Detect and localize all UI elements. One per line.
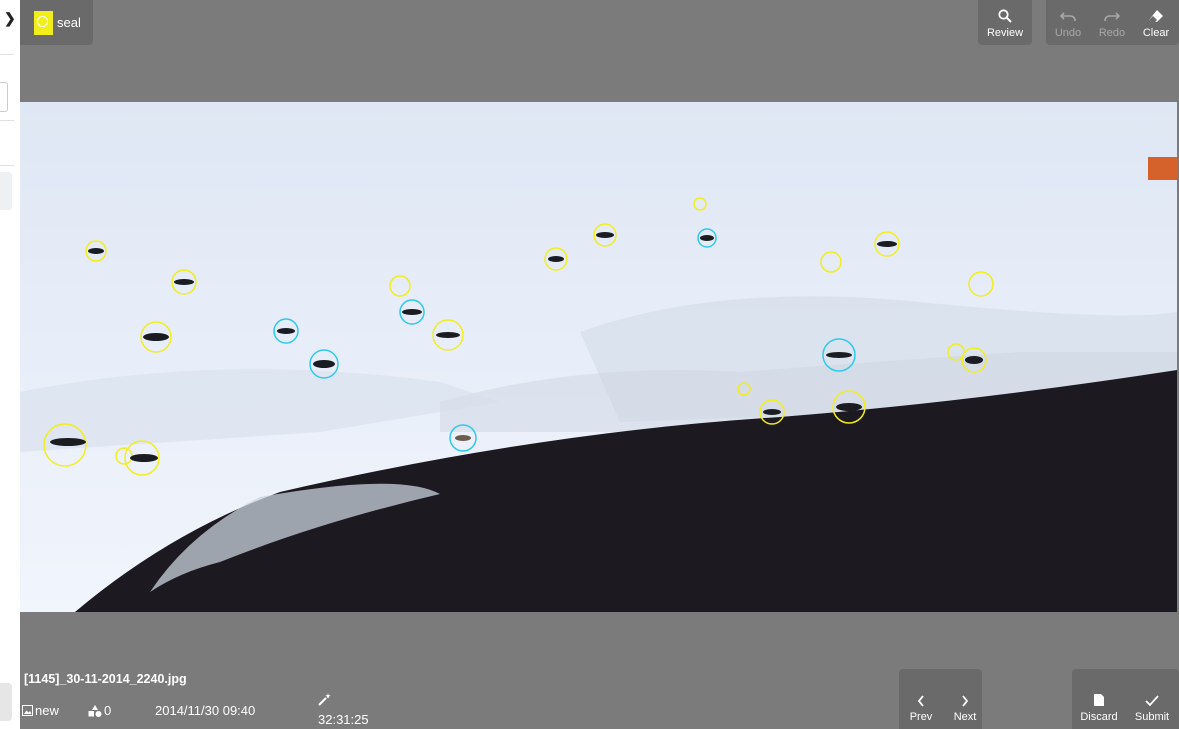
discard-label: Discard <box>1080 711 1118 723</box>
submit-label: Submit <box>1134 711 1170 723</box>
seal-shape <box>877 241 897 247</box>
seal-shape <box>455 435 471 441</box>
next-label: Next <box>953 711 977 723</box>
discard-button[interactable]: Discard <box>1072 669 1126 729</box>
seal-shape <box>313 360 335 368</box>
undo-icon <box>1060 12 1076 22</box>
redo-icon <box>1104 12 1120 22</box>
seal-shape <box>174 279 194 285</box>
shapes-icon <box>88 704 102 717</box>
review-group: Review <box>978 0 1032 45</box>
side-input[interactable] <box>0 82 8 112</box>
image-status: new <box>22 703 59 718</box>
seal-shape <box>402 309 422 315</box>
redo-label: Redo <box>1098 27 1126 39</box>
seal-shape <box>50 438 86 446</box>
seal-shape <box>548 256 564 262</box>
side-panel: ❯ <box>0 0 20 729</box>
prev-button[interactable]: Prev <box>899 669 943 729</box>
seal-shape <box>700 235 714 241</box>
side-button[interactable] <box>0 683 12 721</box>
status-text: new <box>35 703 59 718</box>
side-item[interactable] <box>0 172 12 210</box>
annotation-image[interactable] <box>20 102 1177 612</box>
seal-shape <box>88 248 104 254</box>
seal-shape <box>130 454 158 462</box>
seal-shape <box>826 352 852 358</box>
seal-shape <box>836 403 862 411</box>
image-icon <box>22 705 33 716</box>
label-selector[interactable]: seal <box>20 0 93 45</box>
undo-button[interactable]: Undo <box>1046 0 1090 45</box>
review-label: Review <box>986 27 1024 39</box>
chevron-right-icon <box>962 695 969 707</box>
divider <box>0 54 14 55</box>
clear-button[interactable]: Clear <box>1134 0 1178 45</box>
seal-shape <box>277 328 295 334</box>
label-name: seal <box>57 15 81 30</box>
image-filename: [1145]_30-11-2014_2240.jpg <box>24 672 187 686</box>
seal-shape <box>965 356 983 364</box>
chevron-right-icon[interactable]: ❯ <box>4 10 16 27</box>
divider <box>0 120 14 121</box>
clear-label: Clear <box>1142 27 1170 39</box>
seal-shape <box>763 409 781 415</box>
elapsed-time: 32:31:25 <box>318 712 369 727</box>
search-icon <box>998 9 1012 23</box>
file-icon <box>1094 694 1104 706</box>
submit-button[interactable]: Submit <box>1126 669 1178 729</box>
image-canvas[interactable] <box>20 102 1177 612</box>
seal-shape <box>143 333 169 341</box>
research-hut <box>1148 157 1177 180</box>
check-icon <box>1145 695 1159 707</box>
undo-label: Undo <box>1054 27 1082 39</box>
count-text: 0 <box>104 703 112 718</box>
decision-group: Discard Submit <box>1072 669 1179 729</box>
review-button[interactable]: Review <box>978 0 1032 45</box>
redo-button[interactable]: Redo <box>1090 0 1134 45</box>
seal-label-icon <box>34 10 53 35</box>
annotation-workspace: seal Review Undo Redo Clear [1145]_30-11… <box>20 0 1179 729</box>
magic-wand-icon[interactable] <box>318 692 332 709</box>
seal-shape <box>436 332 460 338</box>
capture-datetime: 2014/11/30 09:40 <box>155 703 256 718</box>
next-button[interactable]: Next <box>943 669 987 729</box>
prev-label: Prev <box>909 711 933 723</box>
divider <box>0 165 14 166</box>
annotation-count: 0 <box>88 703 111 718</box>
seal-shape <box>596 232 614 238</box>
edit-group: Undo Redo Clear <box>1046 0 1179 45</box>
chevron-left-icon <box>917 695 924 707</box>
eraser-icon <box>1149 10 1163 22</box>
navigation-group: Prev Next <box>899 669 982 729</box>
